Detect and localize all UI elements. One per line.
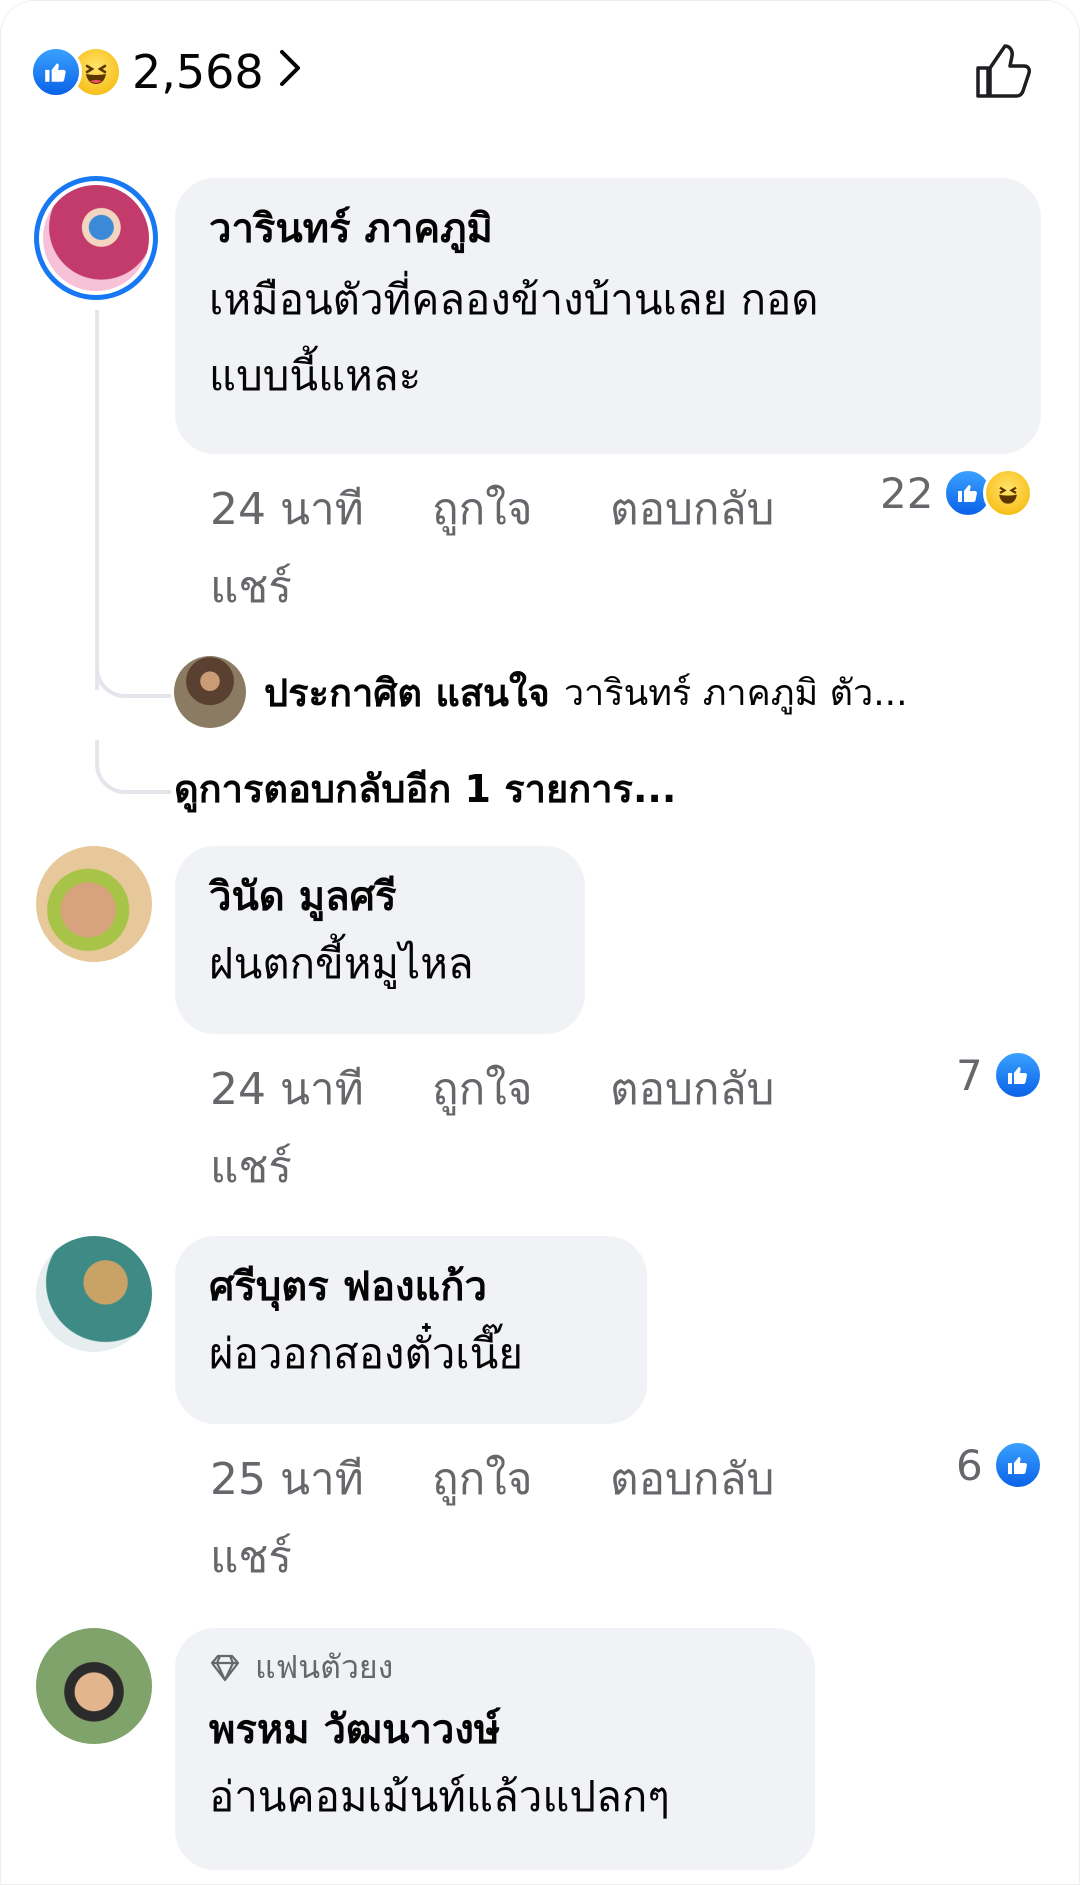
comment-reaction-count: 22 — [880, 468, 934, 518]
reply-author: ประกาศิต แสนใจ — [264, 670, 550, 715]
chevron-right-icon — [278, 44, 304, 100]
diamond-icon — [210, 1654, 240, 1681]
like-reaction-icon — [992, 1440, 1043, 1490]
reply-action[interactable]: ตอบกลับ — [610, 1058, 774, 1122]
comment-time: 24 นาที — [210, 484, 364, 535]
thread-connector — [95, 740, 171, 794]
reply-preview[interactable]: ประกาศิต แสนใจ วารินทร์ ภาคภูมิ ตัว... — [174, 656, 908, 728]
comment-reactions[interactable]: 6 — [956, 1440, 1043, 1490]
reply-action[interactable]: ตอบกลับ — [610, 478, 774, 542]
thread-line — [95, 310, 99, 690]
thread-connector — [95, 640, 171, 698]
reply-text: วารินทร์ ภาคภูมิ ตัว... — [563, 672, 908, 714]
comment-reaction-count: 6 — [956, 1440, 983, 1490]
comment-bubble[interactable]: ศรีบุตร ฟองแก้ว ผ่อวอกสองตั๋วเนี๊ย — [175, 1236, 647, 1424]
like-reaction-icon — [992, 1050, 1043, 1100]
comment-author[interactable]: วินัด มูลศรี — [209, 868, 551, 926]
reaction-count: 2,568 — [132, 45, 264, 99]
comment-text: เหมือนตัวที่คลองข้างบ้านเลย กอด — [209, 275, 819, 324]
comment-author[interactable]: ศรีบุตร ฟองแก้ว — [209, 1258, 613, 1316]
like-action[interactable]: ถูกใจ — [432, 478, 533, 542]
comment-author[interactable]: วารินทร์ ภาคภูมิ — [209, 200, 1007, 258]
avatar[interactable] — [36, 1236, 152, 1352]
comment-text: ฝนตกขี้หมูไหล — [209, 939, 474, 988]
comment-bubble[interactable]: วินัด มูลศรี ฝนตกขี้หมูไหล — [175, 846, 585, 1034]
comment-time: 25 นาที — [210, 1454, 364, 1505]
comment-text: แบบนี้แหละ — [209, 351, 422, 400]
reaction-summary[interactable]: 2,568 — [30, 44, 304, 100]
share-action[interactable]: แชร์ — [210, 1526, 292, 1590]
avatar — [43, 185, 149, 291]
reply-action[interactable]: ตอบกลับ — [610, 1448, 774, 1512]
comment-text: อ่านคอมเม้นท์แล้วแปลกๆ — [209, 1772, 670, 1821]
share-action[interactable]: แชร์ — [210, 556, 292, 620]
avatar[interactable] — [36, 1628, 152, 1744]
thumbs-up-outline-icon[interactable] — [972, 40, 1036, 104]
comment-bubble[interactable]: แฟนตัวยง พรหม วัฒนาวงษ์ อ่านคอมเม้นท์แล้… — [175, 1628, 815, 1870]
like-action[interactable]: ถูกใจ — [432, 1448, 533, 1512]
comment-reaction-count: 7 — [956, 1050, 983, 1100]
comment-text: ผ่อวอกสองตั๋วเนี๊ย — [209, 1329, 523, 1378]
comment-reactions[interactable]: 22 — [880, 468, 1034, 518]
haha-reaction-icon — [983, 468, 1034, 518]
view-more-replies[interactable]: ดูการตอบกลับอีก 1 รายการ... — [174, 758, 676, 819]
avatar-ring[interactable] — [34, 176, 158, 300]
comment-author[interactable]: พรหม วัฒนาวงษ์ — [209, 1701, 781, 1759]
badge-label: แฟนตัวยง — [255, 1648, 394, 1686]
top-fan-badge: แฟนตัวยง — [209, 1642, 781, 1693]
like-action[interactable]: ถูกใจ — [432, 1058, 533, 1122]
avatar[interactable] — [36, 846, 152, 962]
like-reaction-icon — [30, 46, 82, 98]
share-action[interactable]: แชร์ — [210, 1136, 292, 1200]
comment-reactions[interactable]: 7 — [956, 1050, 1043, 1100]
comments-panel: 2,568 วารินทร์ ภาคภูมิ เหมือนตัวที่คลองข… — [0, 0, 1080, 1885]
comment-bubble[interactable]: วารินทร์ ภาคภูมิ เหมือนตัวที่คลองข้างบ้า… — [175, 178, 1041, 454]
comment-time: 24 นาที — [210, 1064, 364, 1115]
avatar — [174, 656, 246, 728]
